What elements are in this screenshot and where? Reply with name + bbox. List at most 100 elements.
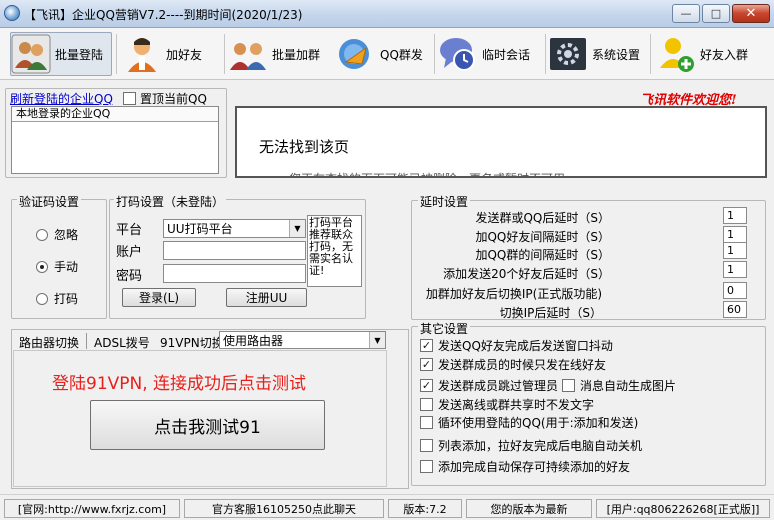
close-icon: ✕ xyxy=(745,6,757,21)
option-label: 手动 xyxy=(54,260,79,274)
chevron-down-icon: ▼ xyxy=(369,332,385,348)
checkbox[interactable] xyxy=(420,460,433,473)
option-label: 打码 xyxy=(54,292,79,306)
option-auto-image[interactable]: 消息自动生成图片 xyxy=(562,377,676,394)
minimize-button[interactable]: — xyxy=(672,4,700,23)
option-skip-admins[interactable]: ✓ 发送群成员跳过管理员 xyxy=(420,377,558,394)
browser-error-detail: 您正在查找的页面可能已被删除、更名或暂时不可用。 xyxy=(289,170,577,176)
toolbar-separator xyxy=(545,34,546,74)
maximize-button[interactable]: □ xyxy=(702,4,730,23)
delay-input[interactable]: 1 xyxy=(723,207,747,224)
main-toolbar: 批量登陆 加好友 批量加群 QQ群发 临时会话 系统设置 好友入群 xyxy=(0,28,774,80)
platform-label: 平台 xyxy=(116,223,143,238)
toolbar-batch-login[interactable]: 批量登陆 xyxy=(10,32,112,76)
password-label: 密码 xyxy=(116,269,143,284)
delay-label: 加QQ好友间隔延时（S） xyxy=(475,230,610,244)
toolbar-label: 加好友 xyxy=(166,47,203,62)
delay-input[interactable]: 0 xyxy=(723,282,747,299)
delay-label: 添加发送20个好友后延时（S） xyxy=(443,267,610,281)
tab-router-switch[interactable]: 路由器切换 xyxy=(19,334,79,351)
toolbar-label: 批量登陆 xyxy=(55,47,104,62)
option-online-only[interactable]: ✓ 发送群成员的时候只发在线好友 xyxy=(420,356,606,373)
delay-input[interactable]: 1 xyxy=(723,226,747,243)
account-input[interactable] xyxy=(163,241,306,260)
button-label: 登录(L) xyxy=(138,291,180,305)
radio-button[interactable] xyxy=(36,292,48,305)
option-window-shake[interactable]: ✓ 发送QQ好友完成后发送窗口抖动 xyxy=(420,337,613,354)
checkbox[interactable] xyxy=(420,439,433,452)
coding-register-button[interactable]: 注册UU xyxy=(226,288,307,307)
status-website[interactable]: [官网:http://www.fxrjz.com] xyxy=(4,499,180,518)
toolbar-qq-broadcast[interactable]: QQ群发 xyxy=(336,32,436,76)
checkbox[interactable] xyxy=(420,416,433,429)
toolbar-batch-join-groups[interactable]: 批量加群 xyxy=(228,32,332,76)
delay-input[interactable]: 1 xyxy=(723,261,747,278)
pin-checkbox[interactable] xyxy=(123,92,136,105)
button-label: 注册UU xyxy=(245,291,288,305)
status-latest: 您的版本为最新 xyxy=(466,499,592,518)
accounts-list-header: 本地登录的企业QQ xyxy=(12,107,218,122)
button-label: 点击我测试91 xyxy=(154,417,261,438)
browser-panel[interactable]: 无法找到该页 您正在查找的页面可能已被删除、更名或暂时不可用。 xyxy=(235,106,767,178)
captcha-option-manual[interactable]: 手动 xyxy=(36,258,78,275)
option-auto-shutdown[interactable]: 列表添加，拉好友完成后电脑自动关机 xyxy=(420,437,642,454)
network-mode-select[interactable]: 使用路由器 ▼ xyxy=(219,331,386,349)
toolbar-add-friend[interactable]: 加好友 xyxy=(122,32,218,76)
close-button[interactable]: ✕ xyxy=(732,4,770,23)
coding-login-button[interactable]: 登录(L) xyxy=(122,288,196,307)
accounts-list[interactable]: 本地登录的企业QQ xyxy=(11,106,219,174)
vpn-test-button[interactable]: 点击我测试91 xyxy=(90,400,325,450)
checkbox[interactable] xyxy=(562,379,575,392)
option-label: 添加完成自动保存可持续添加的好友 xyxy=(438,460,631,474)
delay-settings-title: 延时设置 xyxy=(418,193,471,210)
pin-label: 置顶当前QQ xyxy=(140,92,207,106)
tab-adsl-dialup[interactable]: ADSL拨号 xyxy=(94,334,150,351)
option-no-text-offline[interactable]: 发送离线或群共享时不发文字 xyxy=(420,396,594,413)
chevron-down-icon: ▼ xyxy=(289,220,305,237)
option-label: 发送QQ好友完成后发送窗口抖动 xyxy=(438,339,613,353)
option-save-friends[interactable]: 添加完成自动保存可持续添加的好友 xyxy=(420,458,630,475)
toolbar-label: QQ群发 xyxy=(380,47,423,62)
delay-label: 发送群或QQ后延时（S） xyxy=(475,211,610,225)
title-bar[interactable]: 【飞讯】企业QQ营销V7.2----到期时间(2020/1/23) — □ ✕ xyxy=(0,0,774,28)
platform-select[interactable]: UU打码平台 ▼ xyxy=(163,219,306,238)
user-add-icon xyxy=(122,34,162,74)
checkbox-checked[interactable]: ✓ xyxy=(420,379,433,392)
tab-91vpn-switch[interactable]: 91VPN切换 xyxy=(160,334,224,351)
toolbar-separator xyxy=(116,34,117,74)
status-service-chat[interactable]: 官方客服16105250点此聊天 xyxy=(184,499,384,518)
vpn-notice: 登陆91VPN, 连接成功后点击测试 xyxy=(52,374,307,394)
toolbar-separator xyxy=(434,34,435,74)
toolbar-friend-to-group[interactable]: 好友入群 xyxy=(656,32,766,76)
delay-input[interactable]: 60 xyxy=(723,301,747,318)
toolbar-separator xyxy=(650,34,651,74)
delay-input[interactable]: 1 xyxy=(723,242,747,259)
option-label: 忽略 xyxy=(54,228,79,242)
checkbox-checked[interactable]: ✓ xyxy=(420,339,433,352)
checkbox[interactable] xyxy=(420,398,433,411)
toolbar-temp-chat[interactable]: 临时会话 xyxy=(438,32,542,76)
toolbar-system-settings[interactable]: 系统设置 xyxy=(548,32,646,76)
radio-button[interactable] xyxy=(36,228,48,241)
delay-label: 切换IP后延时（S） xyxy=(499,306,602,320)
option-label: 循环使用登陆的QQ(用于:添加和发送) xyxy=(438,416,639,430)
platform-value: UU打码平台 xyxy=(167,222,233,236)
option-loop-qq[interactable]: 循环使用登陆的QQ(用于:添加和发送) xyxy=(420,414,638,431)
status-user: [用户:qq806226268[正式版]] xyxy=(596,499,770,518)
coding-note: 打码平台推荐联众打码，无需实名认证! xyxy=(307,215,362,287)
group-add-icon xyxy=(228,34,268,74)
delay-label: 加群加好友后切换IP(正式版功能) xyxy=(425,287,602,301)
password-input[interactable] xyxy=(163,264,306,283)
refresh-accounts-link[interactable]: 刷新登陆的企业QQ xyxy=(10,90,113,107)
maximize-icon: □ xyxy=(710,7,722,20)
pin-current-qq[interactable]: 置顶当前QQ xyxy=(123,90,207,107)
minimize-icon: — xyxy=(680,7,692,20)
captcha-option-coding[interactable]: 打码 xyxy=(36,290,78,307)
radio-button-selected[interactable] xyxy=(36,260,48,273)
toolbar-label: 临时会话 xyxy=(482,47,531,62)
captcha-option-ignore[interactable]: 忽略 xyxy=(36,226,78,243)
option-label: 消息自动生成图片 xyxy=(580,379,677,393)
checkbox-checked[interactable]: ✓ xyxy=(420,358,433,371)
captcha-settings-title: 验证码设置 xyxy=(17,193,82,210)
status-bar: [官网:http://www.fxrjz.com] 官方客服16105250点此… xyxy=(0,494,774,520)
